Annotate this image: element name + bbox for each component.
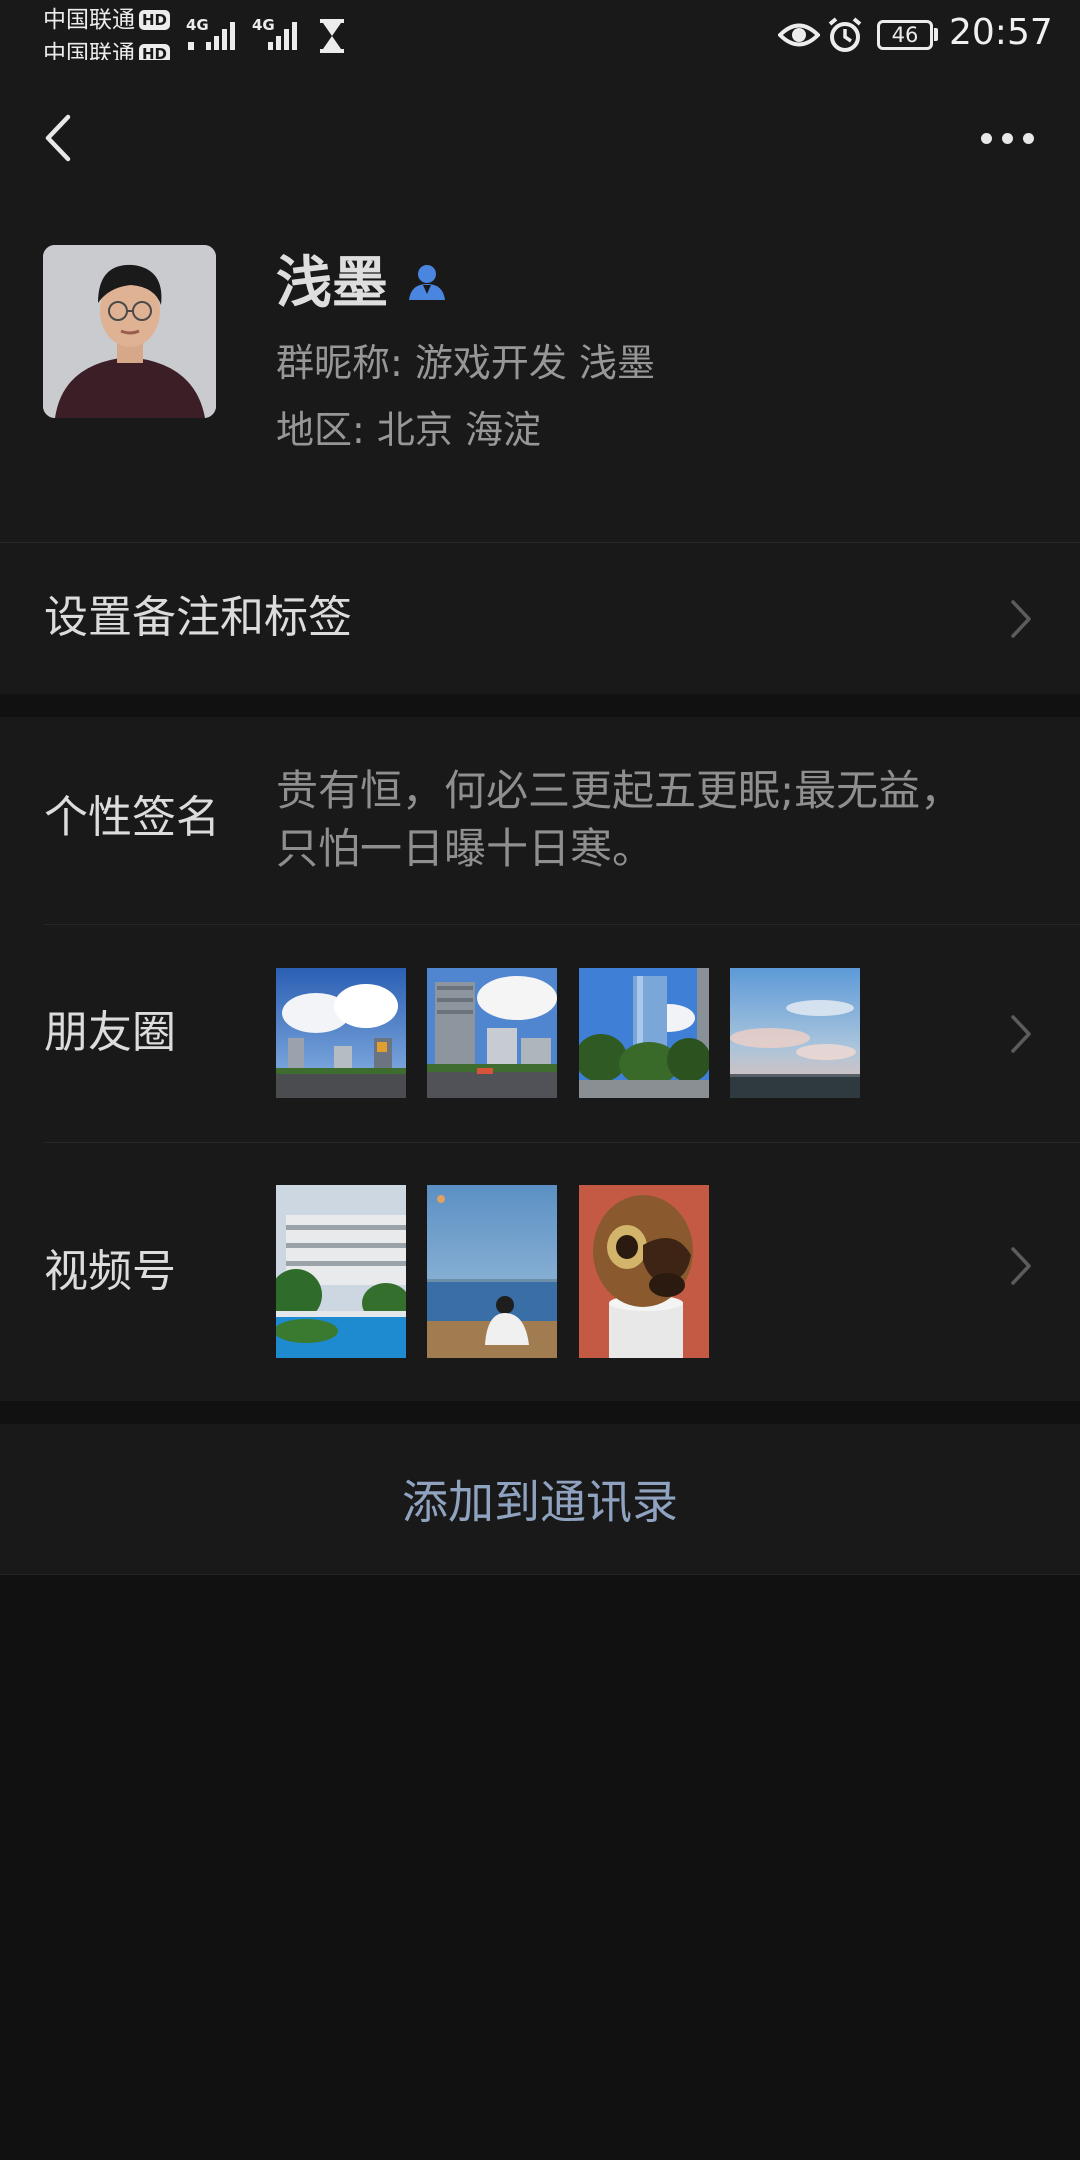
- battery-tip: [934, 28, 938, 41]
- alarm-icon: [828, 17, 862, 52]
- channels-label: 视频号: [44, 1246, 176, 1297]
- more-dots-icon: [1022, 132, 1034, 144]
- more-dots-icon: [980, 132, 992, 144]
- moments-photo-3: [579, 968, 709, 1098]
- moments-photo-2: [427, 968, 557, 1098]
- contact-name: 浅墨: [276, 251, 388, 316]
- chevron-right-icon: [1011, 1247, 1031, 1285]
- add-to-contacts-button[interactable]: 添加到通讯录: [0, 1424, 1080, 1574]
- region: 地区: 北京 海淀: [276, 408, 541, 452]
- hd-badge: HD: [139, 10, 171, 30]
- battery-icon: 46: [877, 20, 933, 50]
- channels-row[interactable]: 视频号: [0, 1143, 1080, 1401]
- avatar-image: [43, 245, 216, 418]
- chevron-right-icon: [1011, 600, 1031, 638]
- divider: [0, 1574, 1080, 1575]
- set-remark-and-tags-row[interactable]: 设置备注和标签: [0, 543, 1080, 694]
- remark-label: 设置备注和标签: [44, 592, 352, 643]
- signal-strength-icon: [268, 22, 297, 50]
- more-button[interactable]: [962, 106, 1052, 170]
- channels-video-2: [427, 1185, 557, 1358]
- signal-strength-icon: [188, 22, 235, 50]
- battery-level: 46: [891, 23, 919, 47]
- clock: 20:57: [949, 12, 1053, 53]
- contact-person-icon: [409, 265, 445, 300]
- channels-video-3: [579, 1185, 709, 1358]
- more-dots-icon: [1001, 132, 1013, 144]
- group-nickname: 群昵称: 游戏开发 浅墨: [276, 341, 655, 385]
- moments-row[interactable]: 朋友圈: [0, 925, 1080, 1142]
- carrier-line-1: 中国联通 HD: [43, 5, 171, 36]
- status-bar: 中国联通 HD 中国联通 HD 4G 4G 46 20:57: [0, 0, 1080, 67]
- avatar[interactable]: [43, 245, 216, 418]
- channels-video-1: [276, 1185, 406, 1358]
- moments-photo-4: [730, 968, 860, 1098]
- moments-photo-1: [276, 968, 406, 1098]
- back-button[interactable]: [28, 100, 88, 176]
- chevron-left-icon: [45, 114, 71, 162]
- signature-text: 贵有恒，何必三更起五更眠;最无益， 只怕一日曝十日寒。: [276, 766, 963, 873]
- add-to-contacts-label: 添加到通讯录: [402, 1475, 678, 1529]
- eye-icon: [778, 23, 820, 47]
- carrier-name: 中国联通: [43, 7, 135, 33]
- chevron-right-icon: [1011, 1015, 1031, 1053]
- hourglass-icon: [320, 19, 344, 53]
- signature-label: 个性签名: [44, 792, 220, 843]
- moments-label: 朋友圈: [44, 1007, 176, 1058]
